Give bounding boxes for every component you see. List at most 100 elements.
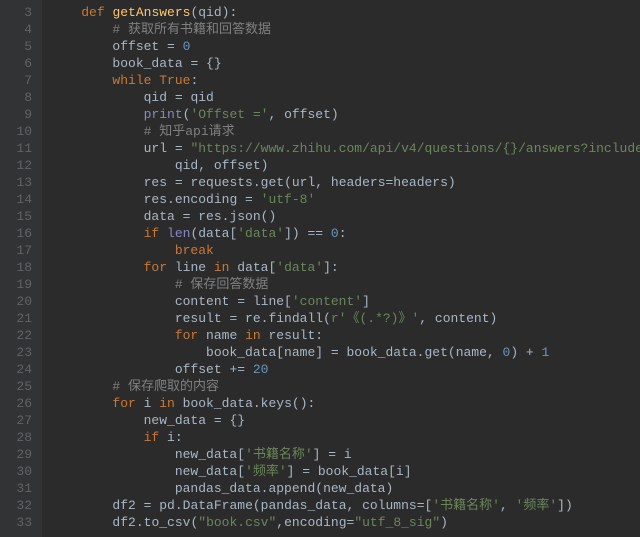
line-number: 30 bbox=[0, 463, 32, 480]
token-kw: in bbox=[159, 396, 182, 411]
code-line[interactable]: while True: bbox=[50, 72, 640, 89]
token-op: ] = i bbox=[313, 447, 352, 462]
token-id: i bbox=[144, 396, 160, 411]
token-op: () bbox=[261, 209, 277, 224]
token-str: r'《(.*?)》' bbox=[331, 311, 419, 326]
code-line[interactable]: for name in result: bbox=[50, 327, 640, 344]
token-op: ] bbox=[362, 294, 370, 309]
code-line[interactable]: df2 = pd.DataFrame(pandas_data, columns=… bbox=[50, 497, 640, 514]
code-line[interactable]: res = requests.get(url, headers=headers) bbox=[50, 174, 640, 191]
token-id: line bbox=[175, 260, 214, 275]
token-op: += bbox=[229, 362, 252, 377]
token-cm: # 保存爬取的内容 bbox=[112, 379, 219, 394]
code-line[interactable]: offset += 20 bbox=[50, 361, 640, 378]
token-id: book_data bbox=[112, 56, 190, 71]
line-number: 25 bbox=[0, 378, 32, 395]
token-str: "book.csv" bbox=[198, 515, 276, 530]
token-str: 'data' bbox=[237, 226, 284, 241]
token-kw: in bbox=[214, 260, 237, 275]
code-line[interactable]: qid, offset) bbox=[50, 157, 640, 174]
code-line[interactable]: result = re.findall(r'《(.*?)》', content) bbox=[50, 310, 640, 327]
token-id: df2. bbox=[112, 515, 143, 530]
token-op: : bbox=[339, 226, 347, 241]
code-line[interactable]: new_data = {} bbox=[50, 412, 640, 429]
code-line[interactable]: offset = 0 bbox=[50, 38, 640, 55]
code-line[interactable]: # 获取所有书籍和回答数据 bbox=[50, 21, 640, 38]
code-line[interactable]: for line in data['data']: bbox=[50, 259, 640, 276]
code-line[interactable]: # 知乎api请求 bbox=[50, 123, 640, 140]
code-line[interactable]: qid = qid bbox=[50, 89, 640, 106]
token-id: encoding bbox=[284, 515, 346, 530]
token-str: 'utf-8' bbox=[261, 192, 316, 207]
code-line[interactable]: data = res.json() bbox=[50, 208, 640, 225]
token-id: new_data bbox=[175, 447, 237, 462]
code-line[interactable]: # 保存爬取的内容 bbox=[50, 378, 640, 395]
token-id: url bbox=[144, 141, 175, 156]
token-id: book_data[name] bbox=[206, 345, 331, 360]
line-number: 19 bbox=[0, 276, 32, 293]
token-kw: for bbox=[175, 328, 206, 343]
token-op: , offset) bbox=[268, 107, 338, 122]
token-id: df2 bbox=[112, 498, 143, 513]
code-line[interactable]: def getAnswers(qid): bbox=[50, 4, 640, 21]
line-number: 20 bbox=[0, 293, 32, 310]
line-number: 17 bbox=[0, 242, 32, 259]
token-id: data bbox=[237, 260, 268, 275]
code-line[interactable]: book_data[name] = book_data.get(name, 0)… bbox=[50, 344, 640, 361]
token-bi: len bbox=[167, 226, 190, 241]
token-op: , bbox=[276, 515, 284, 530]
code-line[interactable]: # 保存回答数据 bbox=[50, 276, 640, 293]
token-id: findall bbox=[268, 311, 323, 326]
token-op: = pd. bbox=[144, 498, 183, 513]
line-number: 23 bbox=[0, 344, 32, 361]
code-line[interactable]: new_data['频率'] = book_data[i] bbox=[50, 463, 640, 480]
token-id: append bbox=[268, 481, 315, 496]
line-number: 28 bbox=[0, 429, 32, 446]
token-str: '书籍名称' bbox=[432, 498, 500, 513]
token-id: columns bbox=[362, 498, 417, 513]
code-line[interactable]: url = "https://www.zhihu.com/api/v4/ques… bbox=[50, 140, 640, 157]
token-id: headers bbox=[331, 175, 386, 190]
code-line[interactable]: for i in book_data.keys(): bbox=[50, 395, 640, 412]
line-number: 10 bbox=[0, 123, 32, 140]
code-line[interactable]: print('Offset =', offset) bbox=[50, 106, 640, 123]
token-num: 1 bbox=[542, 345, 550, 360]
token-op: = bbox=[245, 192, 261, 207]
line-number: 22 bbox=[0, 327, 32, 344]
line-number: 9 bbox=[0, 106, 32, 123]
token-str: 'data' bbox=[276, 260, 323, 275]
token-op: = book_data. bbox=[331, 345, 425, 360]
token-op: ]: bbox=[323, 260, 339, 275]
token-op: = re. bbox=[229, 311, 268, 326]
line-number: 32 bbox=[0, 497, 32, 514]
code-line[interactable]: if len(data['data']) == 0: bbox=[50, 225, 640, 242]
token-op: , content) bbox=[419, 311, 497, 326]
code-line[interactable]: break bbox=[50, 242, 640, 259]
token-op: : bbox=[315, 328, 323, 343]
code-line[interactable]: if i: bbox=[50, 429, 640, 446]
code-line[interactable]: df2.to_csv("book.csv",encoding="utf_8_si… bbox=[50, 514, 640, 531]
token-op: (data[ bbox=[190, 226, 237, 241]
code-line[interactable]: new_data['书籍名称'] = i bbox=[50, 446, 640, 463]
token-id: json bbox=[229, 209, 260, 224]
token-op: ) + bbox=[510, 345, 541, 360]
token-op: = requests. bbox=[175, 175, 261, 190]
line-number: 24 bbox=[0, 361, 32, 378]
token-id: keys bbox=[261, 396, 292, 411]
line-number: 7 bbox=[0, 72, 32, 89]
code-line[interactable]: book_data = {} bbox=[50, 55, 640, 72]
token-id: name bbox=[206, 328, 245, 343]
code-editor-content[interactable]: def getAnswers(qid): # 获取所有书籍和回答数据 offse… bbox=[42, 0, 640, 537]
line-number: 14 bbox=[0, 191, 32, 208]
code-line[interactable]: pandas_data.append(new_data) bbox=[50, 480, 640, 497]
token-op: (qid): bbox=[190, 5, 237, 20]
token-str: 'Offset =' bbox=[190, 107, 268, 122]
token-op: =[ bbox=[417, 498, 433, 513]
token-op: : bbox=[190, 73, 198, 88]
token-op: ) bbox=[440, 515, 448, 530]
token-str: "https://www.zhihu.com/api/v4/questions/… bbox=[190, 141, 640, 156]
code-line[interactable]: res.encoding = 'utf-8' bbox=[50, 191, 640, 208]
token-op: (): bbox=[292, 396, 315, 411]
code-line[interactable]: content = line['content'] bbox=[50, 293, 640, 310]
token-op: ( bbox=[323, 311, 331, 326]
